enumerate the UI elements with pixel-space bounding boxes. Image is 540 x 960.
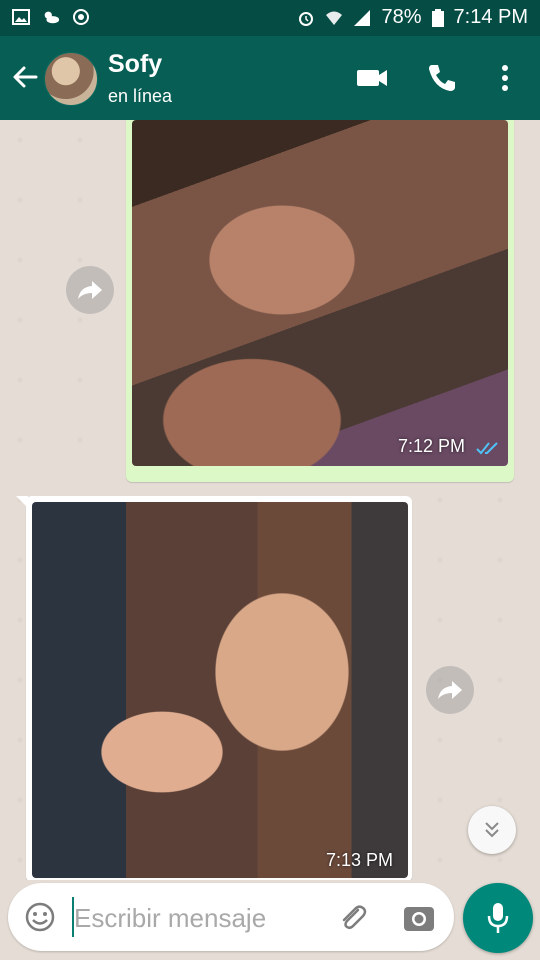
chat-area[interactable]: 7:12 PM 7:13 PM [0,120,540,880]
battery-percent: 78% [381,6,422,28]
message-composer [8,883,454,951]
forward-button[interactable] [66,266,114,314]
image-message-photo[interactable] [132,120,508,466]
avatar[interactable] [44,52,98,106]
back-arrow-icon[interactable] [8,60,42,94]
image-message-photo[interactable] [32,502,408,878]
image-icon [12,9,30,25]
read-ticks-icon [476,442,498,455]
attach-icon[interactable] [336,901,370,935]
contact-name[interactable]: Sofy [108,50,162,79]
whatsapp-icon [73,9,89,25]
mic-button[interactable] [463,883,533,953]
scroll-to-bottom-button[interactable] [468,806,516,854]
forward-button[interactable] [426,666,474,714]
weather-icon [44,11,60,24]
phone-icon[interactable] [424,60,460,96]
mic-icon [487,903,509,933]
message-time: 7:12 PM [398,436,466,456]
message-input[interactable] [72,897,326,939]
more-vert-icon[interactable] [490,60,520,96]
camera-icon[interactable] [402,901,436,935]
emoji-icon[interactable] [24,901,56,933]
text-caret [72,897,74,937]
forward-icon [78,281,102,299]
signal-icon [354,9,371,26]
clock: 7:14 PM [453,6,528,28]
chat-header: Sofy en línea [0,36,540,120]
alarm-icon [299,11,314,26]
message-outgoing[interactable]: 7:12 PM [126,120,514,482]
message-incoming[interactable]: 7:13 PM [16,496,412,880]
video-call-icon[interactable] [354,60,390,96]
forward-icon [438,681,462,699]
wifi-icon [326,11,343,25]
message-time: 7:13 PM [326,850,394,870]
chevron-double-down-icon [485,822,499,838]
contact-status: en línea [108,86,173,106]
battery-icon [431,8,444,27]
status-bar: 78% 7:14 PM [0,0,540,36]
